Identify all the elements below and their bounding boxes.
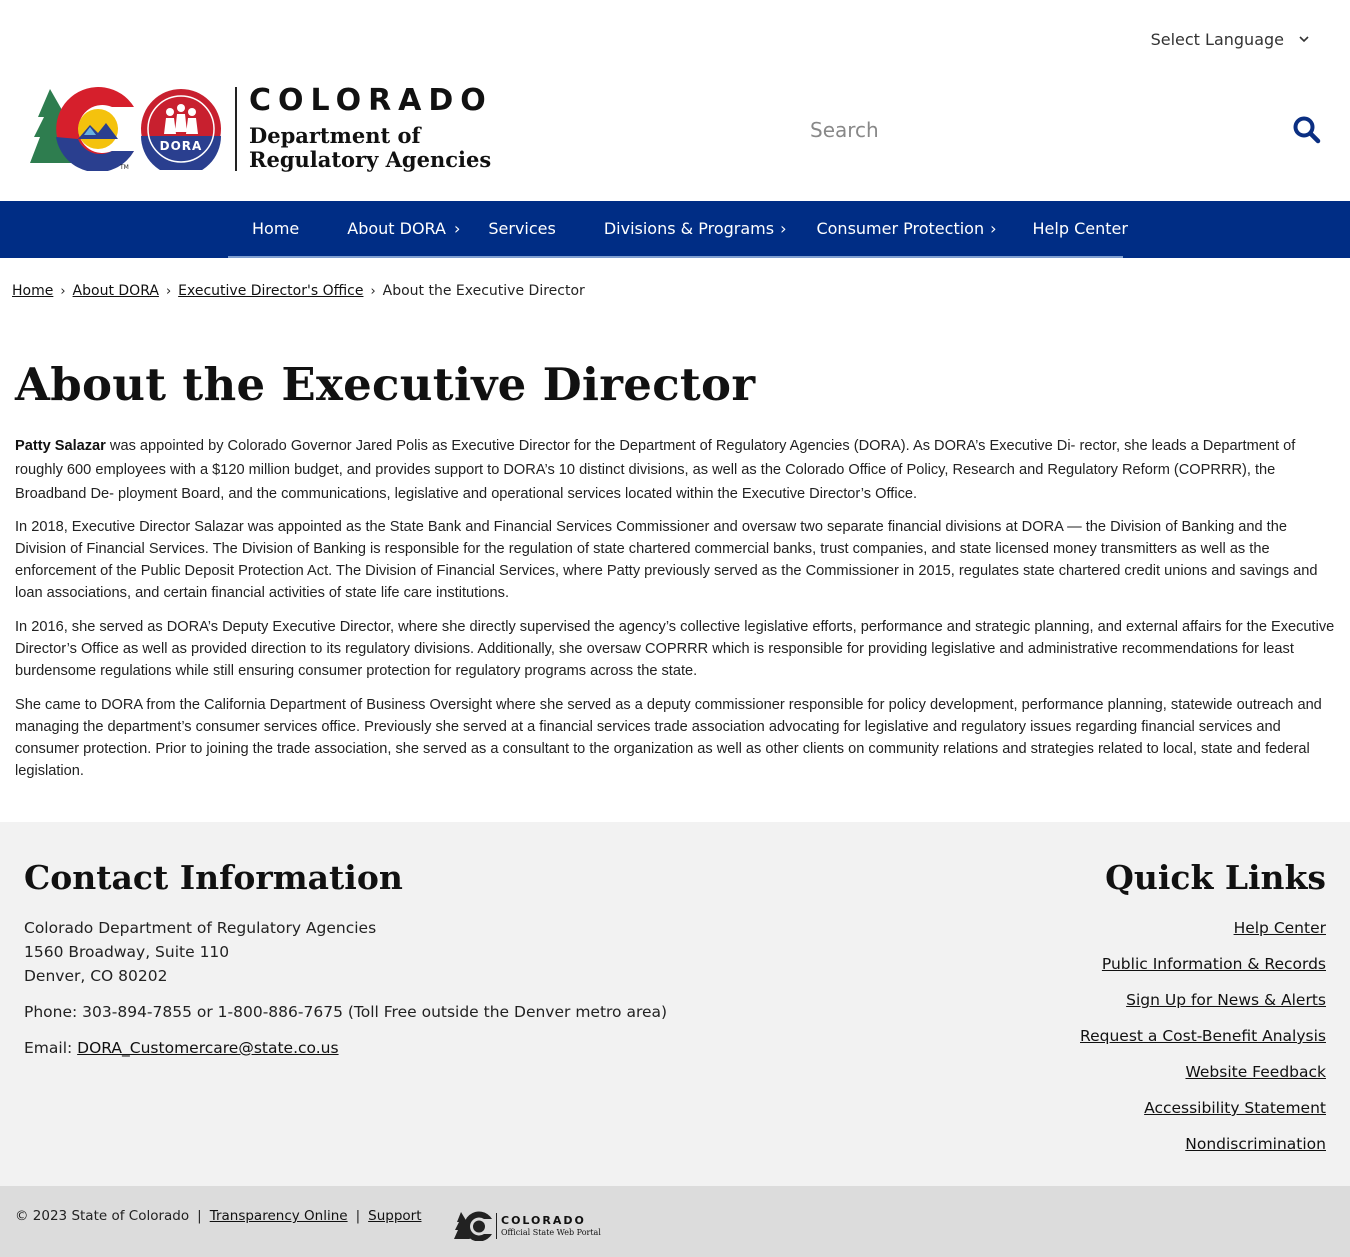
search-box: [810, 108, 1330, 152]
bio-paragraph-1: Patty Salazar was appointed by Colorado …: [15, 434, 1337, 506]
state-portal-logo[interactable]: COLORADO Official State Web Portal: [454, 1210, 601, 1242]
quick-link-public-information[interactable]: Public Information & Records: [1080, 952, 1326, 988]
logo-wordmark: COLORADO: [249, 83, 493, 118]
nav-item-label: Services: [488, 219, 556, 238]
bio-paragraph-1-text: was appointed by Colorado Governor Jared…: [15, 438, 1296, 502]
chevron-down-icon: [1299, 36, 1309, 43]
bio-paragraph-4: She came to DORA from the California Dep…: [15, 697, 1322, 779]
dora-logo[interactable]: TM DORA COLORADO Department of Regulator…: [30, 86, 493, 172]
chevron-right-icon: ›: [453, 219, 461, 238]
contact-address-line1: 1560 Broadway, Suite 110: [24, 943, 230, 961]
quick-link-cost-benefit[interactable]: Request a Cost-Benefit Analysis: [1080, 1024, 1326, 1060]
nav-item-label: About DORA: [347, 219, 446, 238]
nav-item-divisions-programs[interactable]: Divisions & Programs ›: [604, 201, 787, 256]
contact-title: Contact Information: [24, 858, 403, 897]
nav-item-help-center[interactable]: Help Center: [1033, 201, 1128, 256]
nav-item-consumer-protection[interactable]: Consumer Protection ›: [816, 201, 996, 256]
dora-badge-icon: DORA: [141, 89, 221, 170]
chevron-right-icon: ›: [780, 219, 787, 238]
support-link[interactable]: Support: [368, 1208, 421, 1224]
main-nav: Home About DORA › Services Divisions & P…: [0, 201, 1350, 258]
quick-link-sign-up-news[interactable]: Sign Up for News & Alerts: [1080, 988, 1326, 1024]
contact-email-label: Email:: [24, 1039, 78, 1057]
portal-wordmark: COLORADO: [501, 1213, 586, 1227]
logo-dept-line1: Department of: [249, 123, 421, 148]
quick-link-nondiscrimination[interactable]: Nondiscrimination: [1080, 1132, 1326, 1168]
nav-item-about-dora[interactable]: About DORA ›: [347, 201, 460, 256]
footer-separator: |: [197, 1208, 202, 1224]
quick-link-help-center[interactable]: Help Center: [1080, 916, 1326, 952]
logo-dept-line2: Regulatory Agencies: [249, 147, 492, 172]
contact-phone: Phone: 303-894-7855 or 1-800-886-7675 (T…: [24, 1003, 668, 1021]
quick-link-website-feedback[interactable]: Website Feedback: [1080, 1060, 1326, 1096]
bio-paragraph-3: In 2016, she served as DORA’s Deputy Exe…: [15, 619, 1335, 679]
breadcrumb-link-home[interactable]: Home: [12, 283, 53, 299]
logo-text: COLORADO Department of Regulatory Agenci…: [249, 86, 493, 172]
main-content: Patty Salazar was appointed by Colorado …: [15, 434, 1337, 794]
breadcrumb-separator: ›: [60, 283, 66, 299]
main-nav-inner: Home About DORA › Services Divisions & P…: [228, 201, 1128, 258]
nav-item-label: Consumer Protection: [816, 219, 985, 238]
breadcrumb-link-executive-directors-office[interactable]: Executive Director's Office: [178, 283, 363, 299]
breadcrumb-separator: ›: [370, 283, 376, 299]
nav-item-label: Home: [252, 219, 300, 238]
quick-link-accessibility[interactable]: Accessibility Statement: [1080, 1096, 1326, 1132]
nav-item-label: Help Center: [1032, 219, 1128, 238]
copyright-text: © 2023 State of Colorado: [15, 1208, 190, 1224]
contact-address-line2: Denver, CO 80202: [24, 967, 168, 985]
contact-org: Colorado Department of Regulatory Agenci…: [24, 919, 377, 937]
portal-logo-divider: [496, 1213, 497, 1239]
contact-email-link[interactable]: DORA_Customercare@state.co.us: [77, 1039, 338, 1057]
footer-separator: |: [355, 1208, 361, 1224]
site-header: Select Language TM DORA COLORADO Departm…: [0, 0, 1350, 201]
nav-item-home[interactable]: Home: [252, 201, 299, 256]
quick-links-title: Quick Links: [1105, 858, 1326, 897]
bio-paragraph-2: In 2018, Executive Director Salazar was …: [15, 519, 1318, 601]
language-select[interactable]: Select Language: [1151, 26, 1310, 52]
breadcrumb-current: About the Executive Director: [382, 283, 585, 299]
bio-name: Patty Salazar: [15, 438, 106, 454]
search-input[interactable]: [810, 118, 1280, 142]
breadcrumb-separator: ›: [165, 283, 172, 299]
nav-item-label: Divisions & Programs: [603, 219, 775, 238]
breadcrumb: Home › About DORA › Executive Director's…: [12, 283, 585, 299]
page-title: About the Executive Director: [15, 358, 756, 411]
logo-divider: [235, 87, 237, 171]
svg-text:TM: TM: [119, 164, 129, 171]
portal-subtitle: Official State Web Portal: [501, 1227, 601, 1237]
colorado-c-logo-icon: [454, 1211, 492, 1241]
colorado-c-logo-icon: TM: [30, 87, 134, 171]
breadcrumb-link-about-dora[interactable]: About DORA: [73, 283, 159, 299]
nav-item-services[interactable]: Services: [488, 201, 555, 256]
portal-logo-text: COLORADO Official State Web Portal: [501, 1213, 601, 1238]
language-select-label: Select Language: [1150, 29, 1284, 49]
search-icon[interactable]: [1292, 115, 1322, 145]
transparency-online-link[interactable]: Transparency Online: [210, 1208, 348, 1224]
contact-email-row: Email: DORA_Customercare@state.co.us: [24, 1036, 667, 1060]
chevron-right-icon: ›: [990, 219, 997, 238]
contact-info: Colorado Department of Regulatory Agenci…: [24, 916, 667, 1060]
quick-links: Help Center Public Information & Records…: [1080, 916, 1326, 1168]
dora-badge-text: DORA: [160, 139, 203, 153]
footer-legal: © 2023 State of Colorado | Transparency …: [15, 1208, 422, 1224]
